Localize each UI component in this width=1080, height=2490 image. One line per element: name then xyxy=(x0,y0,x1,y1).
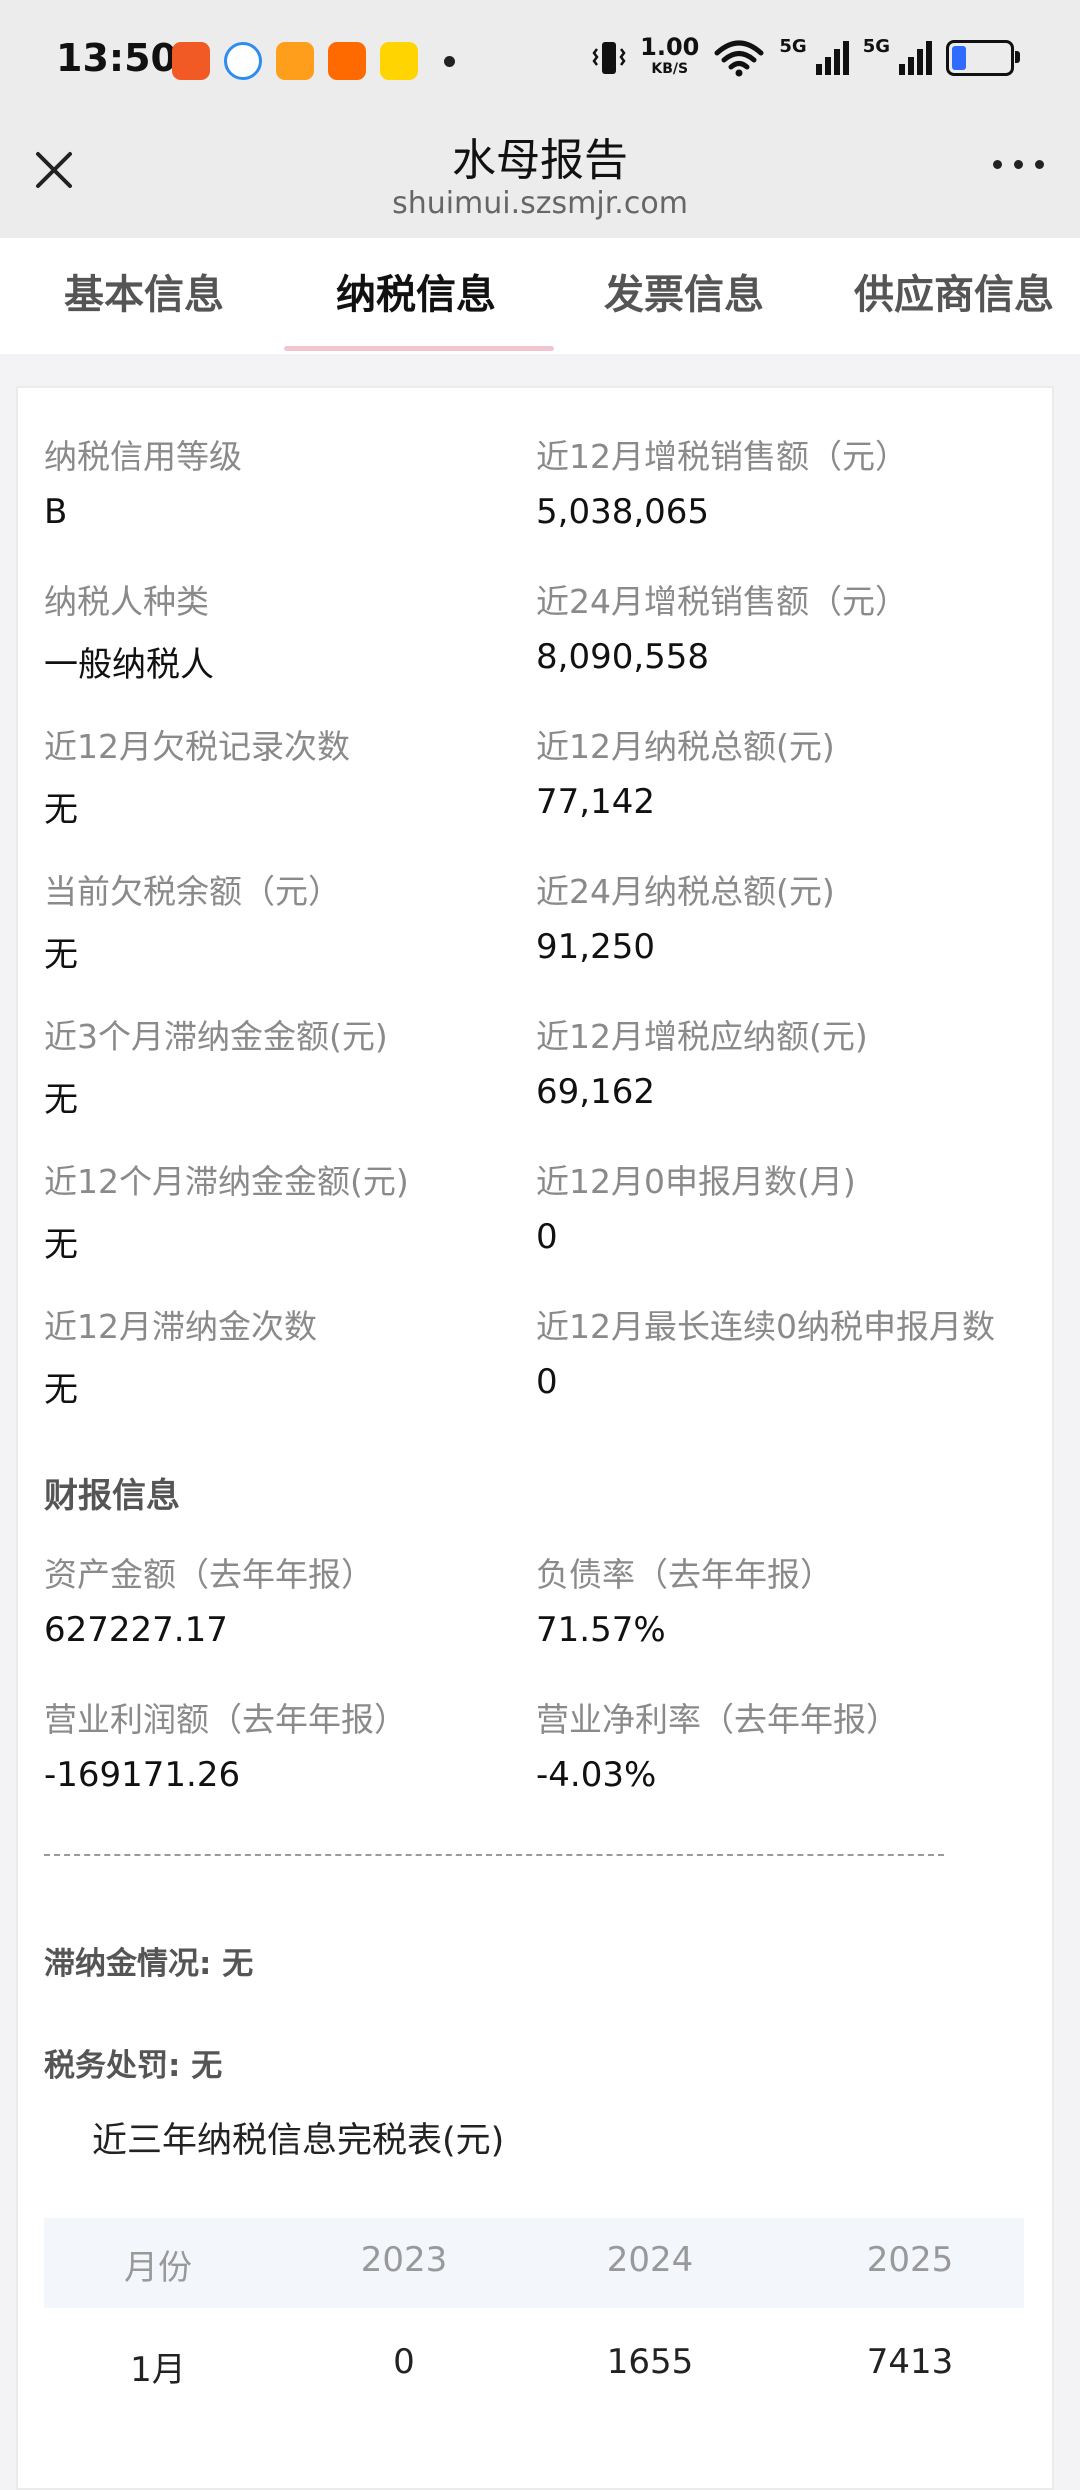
page-url: shuimui.szsmjr.com xyxy=(392,186,688,221)
zero-declaration-months-value: 0 xyxy=(536,1217,558,1257)
table-header-month: 月份 xyxy=(124,2248,192,2288)
shopping-app-notification-icon xyxy=(328,42,366,80)
tax-info-card: 纳税信用等级 B 近12月增税销售额（元） 5,038,065 纳税人种类 一般… xyxy=(16,386,1054,2490)
late-fee-count-label: 近12月滞纳金次数 xyxy=(44,1307,317,1346)
table-cell-2023: 0 xyxy=(393,2342,415,2382)
notification-icons xyxy=(172,42,455,80)
signal-icon-1 xyxy=(815,41,849,75)
table-header-2024: 2024 xyxy=(606,2240,694,2280)
debt-ratio-label: 负债率（去年年报） xyxy=(536,1555,833,1594)
network-type-1: 5G xyxy=(779,36,807,57)
tax-table-title: 近三年纳税信息完税表(元) xyxy=(92,2121,505,2161)
more-options-icon[interactable] xyxy=(993,160,1044,169)
active-tab-indicator xyxy=(284,346,554,351)
system-indicators: 1.00 KB/S 5G 5G xyxy=(592,33,1020,80)
vat-sales-12m-label: 近12月增税销售额（元） xyxy=(536,437,908,476)
tab-basic-info[interactable]: 基本信息 xyxy=(64,262,224,320)
taxpayer-type-value: 一般纳税人 xyxy=(44,645,214,685)
status-time: 13:50 xyxy=(56,36,177,80)
assets-value: 627227.17 xyxy=(44,1610,228,1650)
network-speed-value: 1.00 xyxy=(640,33,700,61)
title-bar: 水母报告 shuimui.szsmjr.com xyxy=(0,124,1080,238)
table-cell-month: 1月 xyxy=(130,2350,186,2390)
debt-ratio-value: 71.57% xyxy=(536,1610,666,1650)
network-speed: 1.00 KB/S xyxy=(640,33,700,80)
more-notifications-dot xyxy=(444,55,455,67)
current-arrears-label: 当前欠税余额（元） xyxy=(44,872,341,911)
more-dot xyxy=(993,160,1002,169)
current-arrears-value: 无 xyxy=(44,935,78,975)
total-tax-24m-value: 91,250 xyxy=(536,927,655,967)
status-bar: 13:50 1.00 KB/S 5G 5G xyxy=(0,0,1080,124)
battery-icon xyxy=(946,40,1020,76)
tab-supplier-info[interactable]: 供应商信息 xyxy=(854,262,1054,320)
total-tax-12m-label: 近12月纳税总额(元) xyxy=(536,727,835,766)
video-app-notification-icon xyxy=(276,42,314,80)
tax-arrears-count-label: 近12月欠税记录次数 xyxy=(44,727,350,766)
vibrate-icon xyxy=(592,42,626,74)
total-tax-24m-label: 近24月纳税总额(元) xyxy=(536,872,835,911)
battery-level xyxy=(952,46,966,70)
browser-notification-icon xyxy=(224,42,262,80)
more-dot xyxy=(1035,160,1044,169)
network-speed-unit: KB/S xyxy=(651,61,689,77)
max-consecutive-zero-value: 0 xyxy=(536,1362,558,1402)
signal-icon-2 xyxy=(899,41,932,75)
tax-table-header: 月份 2023 2024 2025 xyxy=(44,2218,1024,2308)
table-cell-2025: 7413 xyxy=(866,2342,954,2382)
operating-profit-value: -169171.26 xyxy=(44,1755,241,1795)
zero-declaration-months-label: 近12月0申报月数(月) xyxy=(536,1162,856,1201)
late-fee-3m-value: 无 xyxy=(44,1080,78,1120)
finance-section-title: 财报信息 xyxy=(44,1476,180,1516)
tab-tax-info[interactable]: 纳税信息 xyxy=(336,262,496,320)
late-fee-12m-value: 无 xyxy=(44,1225,78,1265)
late-fee-status: 滞纳金情况: 无 xyxy=(44,1946,254,1982)
vat-payable-12m-value: 69,162 xyxy=(536,1072,655,1112)
tab-bar: 基本信息 纳税信息 发票信息 供应商信息 xyxy=(0,238,1080,354)
net-margin-label: 营业净利率（去年年报） xyxy=(536,1700,899,1739)
assets-label: 资产金额（去年年报） xyxy=(44,1555,374,1594)
max-consecutive-zero-label: 近12月最长连续0纳税申报月数 xyxy=(536,1307,995,1346)
table-cell-2024: 1655 xyxy=(606,2342,694,2382)
late-fee-3m-label: 近3个月滞纳金金额(元) xyxy=(44,1017,388,1056)
app-notification-icon xyxy=(172,42,210,80)
net-margin-value: -4.03% xyxy=(536,1755,657,1795)
tax-credit-grade-value: B xyxy=(44,492,68,532)
tax-arrears-count-value: 无 xyxy=(44,790,78,830)
network-type-2: 5G xyxy=(862,36,890,57)
total-tax-12m-value: 77,142 xyxy=(536,782,655,822)
more-dot xyxy=(1014,160,1023,169)
late-fee-12m-label: 近12个月滞纳金金额(元) xyxy=(44,1162,409,1201)
section-divider xyxy=(44,1854,944,1856)
tax-penalty-status: 税务处罚: 无 xyxy=(44,2048,223,2084)
vat-sales-12m-value: 5,038,065 xyxy=(536,492,710,532)
tab-invoice-info[interactable]: 发票信息 xyxy=(604,262,764,320)
late-fee-count-value: 无 xyxy=(44,1370,78,1410)
taxpayer-type-label: 纳税人种类 xyxy=(44,582,209,621)
table-header-2023: 2023 xyxy=(360,2240,448,2280)
wifi-icon xyxy=(714,40,764,77)
vat-payable-12m-label: 近12月增税应纳额(元) xyxy=(536,1017,868,1056)
game-app-notification-icon xyxy=(380,42,418,80)
tax-credit-grade-label: 纳税信用等级 xyxy=(44,437,242,476)
vat-sales-24m-value: 8,090,558 xyxy=(536,637,710,677)
operating-profit-label: 营业利润额（去年年报） xyxy=(44,1700,407,1739)
page-title: 水母报告 xyxy=(452,135,628,186)
table-header-2025: 2025 xyxy=(866,2240,954,2280)
vat-sales-24m-label: 近24月增税销售额（元） xyxy=(536,582,908,621)
